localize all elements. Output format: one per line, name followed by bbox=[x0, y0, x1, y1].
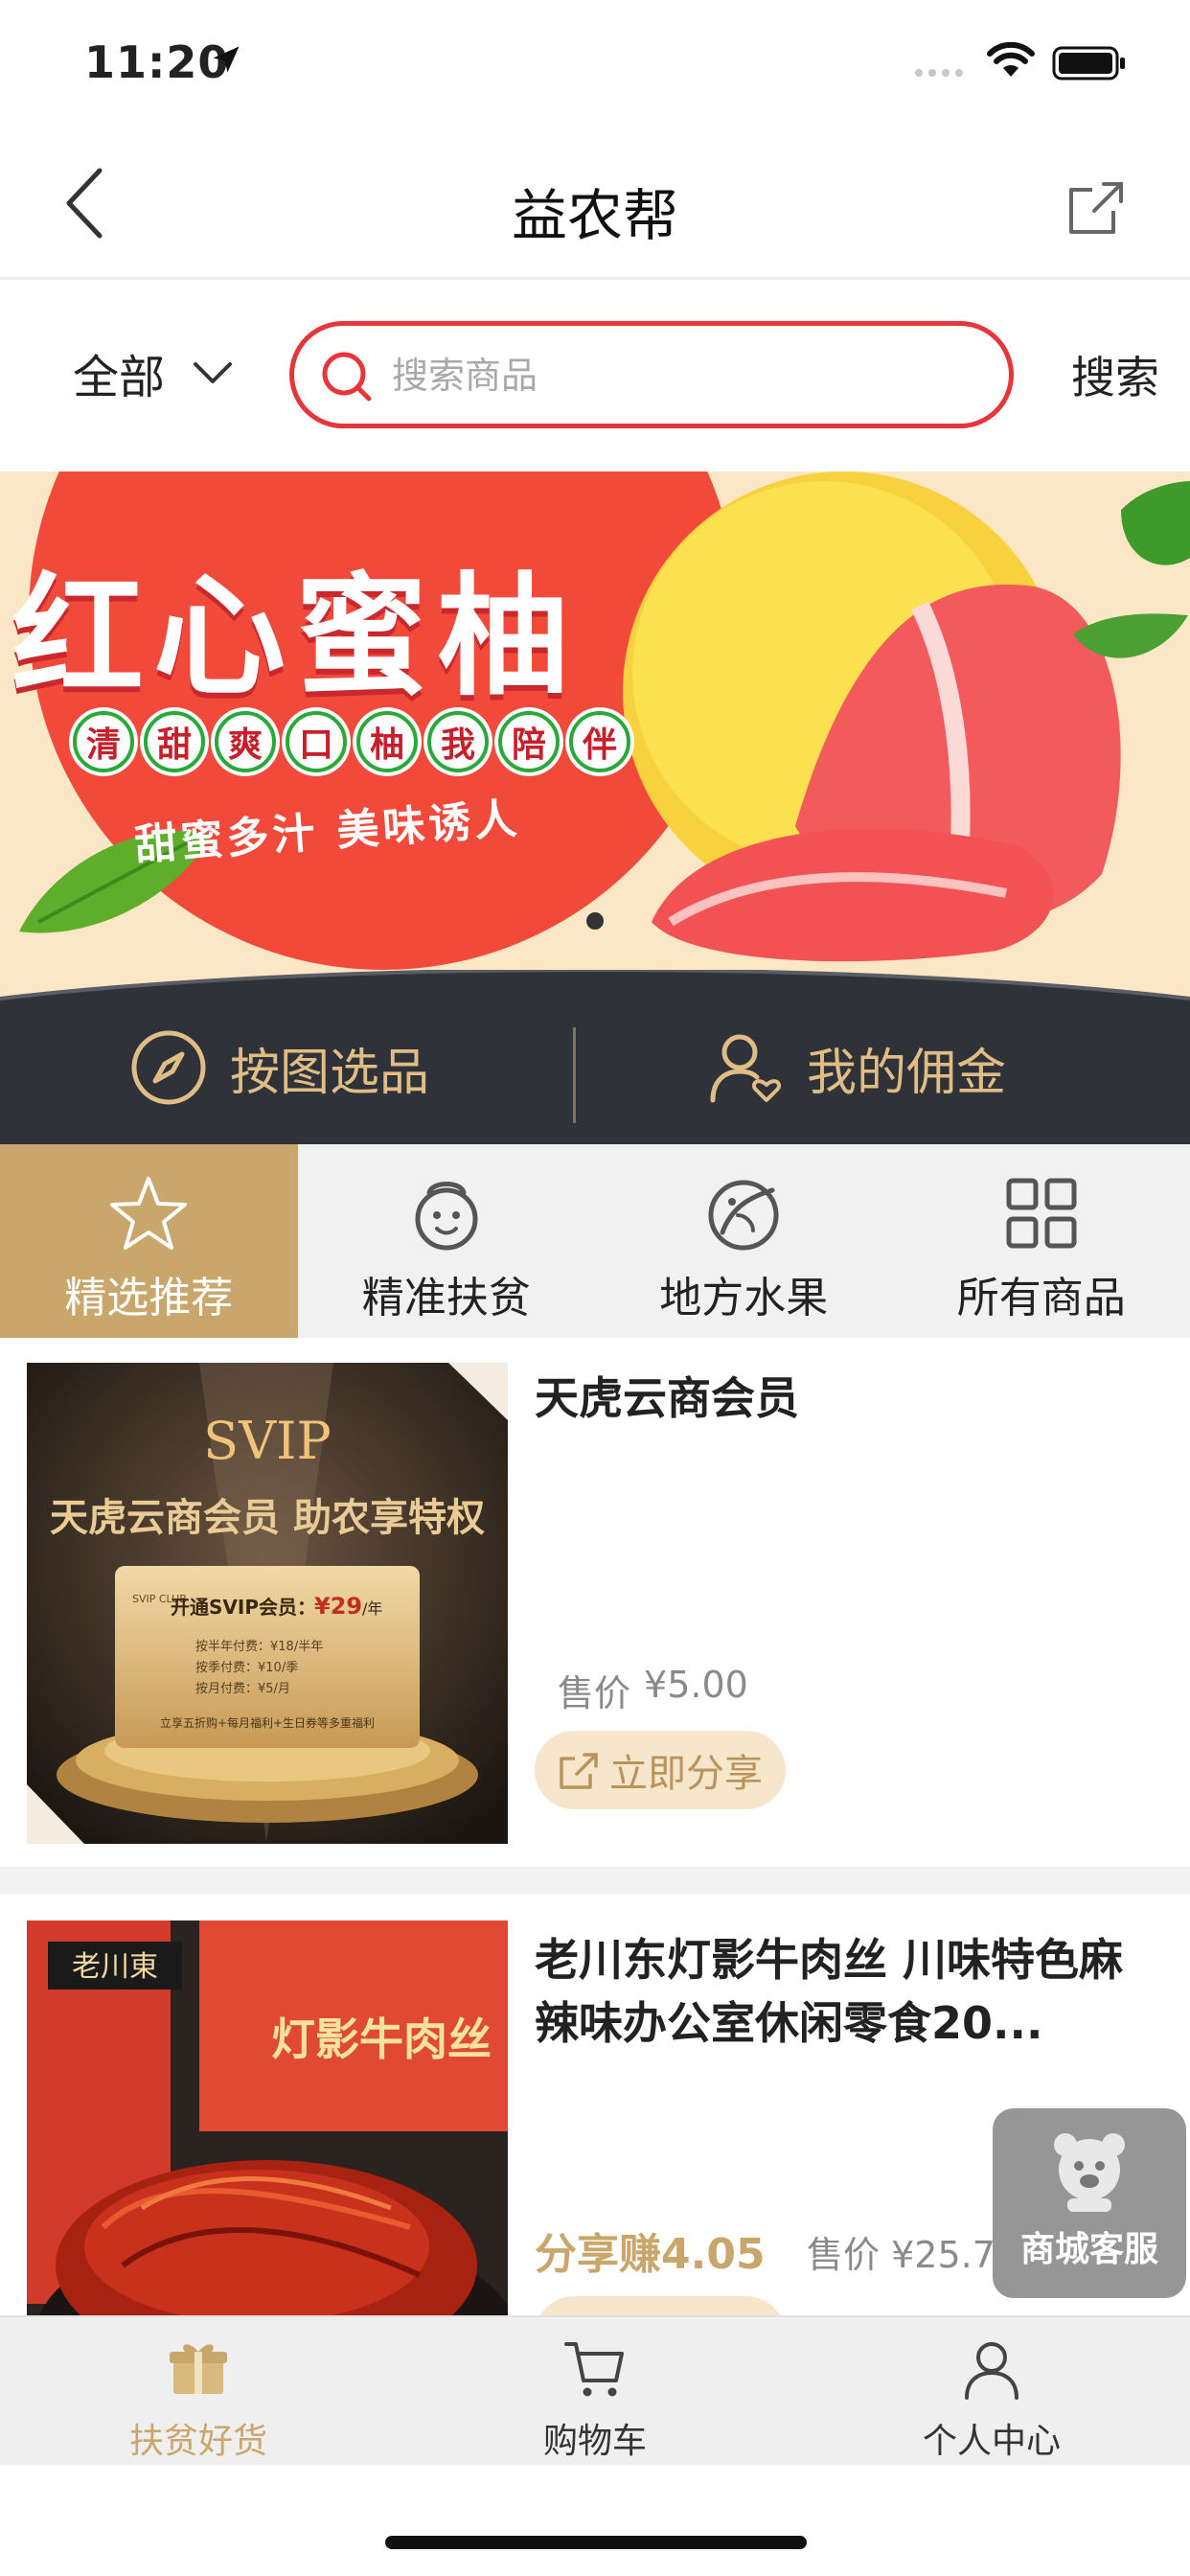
tab-label: 所有商品 bbox=[956, 1274, 1126, 1322]
tab-local-fruits[interactable]: 地方水果 bbox=[595, 1144, 893, 1338]
share-icon bbox=[560, 1753, 598, 1789]
banner-tag: 爽 bbox=[215, 711, 276, 772]
thumb-card-line: 按半年付费：¥18/半年 bbox=[195, 1640, 323, 1654]
category-label: 全部 bbox=[73, 351, 166, 404]
price-label: 售价 bbox=[807, 2234, 881, 2276]
signal-dots-icon bbox=[915, 69, 963, 77]
chevron-down-icon bbox=[194, 362, 233, 383]
tab-label: 精准扶贫 bbox=[361, 1274, 531, 1322]
search-button[interactable]: 搜索 bbox=[1071, 343, 1159, 406]
compass-icon bbox=[131, 1030, 206, 1105]
status-time: 11:20 bbox=[84, 36, 230, 88]
tabbar-item-cart[interactable]: 购物车 bbox=[397, 2317, 793, 2467]
share-now-button[interactable]: 立即分享 bbox=[535, 1731, 786, 1809]
tabbar-item-profile[interactable]: 个人中心 bbox=[793, 2317, 1190, 2467]
tab-featured[interactable]: 精选推荐 bbox=[0, 1144, 298, 1338]
thumb-card-line: 按季付费：¥10/季 bbox=[195, 1661, 298, 1675]
share-earn-label: 分享赚4.05 bbox=[535, 2230, 766, 2279]
banner-tag: 清 bbox=[73, 711, 134, 772]
tab-label: 精选推荐 bbox=[64, 1274, 234, 1322]
customer-service-button[interactable]: 商城客服 bbox=[993, 2108, 1186, 2298]
cart-icon bbox=[564, 2342, 624, 2397]
thumb-card-line: 按月付费：¥5/月 bbox=[195, 1682, 290, 1696]
share-icon[interactable] bbox=[1065, 176, 1127, 238]
product-name[interactable]: 天虎云商会员 bbox=[535, 1367, 1148, 1430]
tabbar-label: 购物车 bbox=[542, 2422, 647, 2461]
banner-tag: 柚 bbox=[356, 711, 418, 772]
page-title: 益农帮 bbox=[511, 183, 678, 248]
thumb-headline: 天虎云商会员 助农享特权 bbox=[50, 1495, 485, 1540]
category-tabs: 精选推荐 精准扶贫 地方水果 所有商品 bbox=[0, 1144, 1190, 1338]
wifi-icon bbox=[987, 42, 1035, 77]
product-name[interactable]: 老川东灯影牛肉丝 川味特色麻辣味办公室休闲零食20... bbox=[535, 1928, 1148, 2055]
nav-bar: 益农帮 bbox=[0, 126, 1190, 280]
thumb-card-footer: 立享五折购+每月福利+生日券等多重福利 bbox=[160, 1715, 375, 1730]
thumb-card-price: ¥29 bbox=[314, 1593, 362, 1620]
my-commission-button[interactable]: 我的佣金 bbox=[705, 1027, 1006, 1108]
app-page: 11:20 益农帮 全部 搜索商品 搜索 红心蜜柚 清 甜 爽 口 柚 我 陪 … bbox=[0, 0, 1190, 2576]
divider bbox=[573, 1027, 576, 1123]
fruit-icon bbox=[708, 1180, 779, 1251]
banner-tags: 清 甜 爽 口 柚 我 陪 伴 bbox=[73, 711, 630, 772]
banner-tag: 我 bbox=[427, 711, 489, 772]
quick-actions-bar: 按图选品 我的佣金 bbox=[0, 970, 1190, 1144]
product-card[interactable]: SVIP 天虎云商会员 助农享特权 SVIP CLUB 开通SVIP会员： ¥2… bbox=[0, 1338, 1190, 1867]
price-value: ¥25.7 bbox=[891, 2234, 995, 2276]
home-indicator[interactable] bbox=[385, 2536, 807, 2549]
battery-icon bbox=[1052, 46, 1125, 80]
thumb-brand: SVIP bbox=[203, 1411, 332, 1471]
grid-icon bbox=[1006, 1178, 1077, 1249]
share-now-button[interactable] bbox=[535, 2296, 786, 2315]
tab-poverty-relief[interactable]: 精准扶贫 bbox=[298, 1144, 596, 1338]
search-row: 全部 搜索 bbox=[0, 280, 1190, 472]
bear-mascot-icon bbox=[1054, 2133, 1125, 2212]
banner-tag: 口 bbox=[286, 711, 347, 772]
promo-banner[interactable]: 红心蜜柚 清 甜 爽 口 柚 我 陪 伴 甜蜜多汁 美味诱人 bbox=[0, 472, 1190, 970]
banner-title: 红心蜜柚 bbox=[11, 558, 580, 714]
person-icon bbox=[965, 2342, 1018, 2400]
search-box bbox=[289, 321, 1014, 428]
my-commission-label: 我的佣金 bbox=[807, 1044, 1007, 1102]
tabbar-label: 扶贫好货 bbox=[128, 2422, 267, 2461]
search-icon bbox=[322, 352, 372, 402]
location-arrow-icon bbox=[213, 46, 240, 73]
pick-by-image-button[interactable]: 按图选品 bbox=[128, 1027, 429, 1108]
status-bar: 11:20 bbox=[0, 0, 1190, 126]
thumb-package-text: 灯影牛肉丝 bbox=[271, 2013, 492, 2065]
price-row: 售价 ¥25.7 bbox=[807, 2225, 995, 2278]
banner-tag: 陪 bbox=[498, 711, 560, 772]
divider bbox=[0, 1867, 1190, 1894]
banner-tag: 伴 bbox=[569, 711, 630, 772]
tab-label: 地方水果 bbox=[659, 1274, 829, 1322]
tabbar-label: 个人中心 bbox=[922, 2422, 1061, 2461]
share-now-label: 立即分享 bbox=[609, 1752, 763, 1796]
banner-tag: 甜 bbox=[144, 711, 205, 772]
product-thumbnail[interactable]: SVIP 天虎云商会员 助农享特权 SVIP CLUB 开通SVIP会员： ¥2… bbox=[27, 1363, 508, 1844]
thumb-card-title: 开通SVIP会员： bbox=[171, 1596, 316, 1619]
bottom-tab-bar: 扶贫好货 购物车 个人中心 bbox=[0, 2315, 1190, 2465]
thumb-brand: 老川東 bbox=[72, 1950, 158, 1984]
price-row: 售价 ¥5.00 bbox=[558, 1664, 748, 1716]
category-dropdown[interactable]: 全部 bbox=[73, 339, 234, 406]
face-icon bbox=[415, 1182, 478, 1251]
customer-service-label: 商城客服 bbox=[1019, 2230, 1158, 2269]
user-heart-icon bbox=[710, 1034, 781, 1103]
carousel-indicator[interactable] bbox=[586, 912, 604, 930]
price-value: ¥5.00 bbox=[644, 1664, 748, 1706]
tab-all-products[interactable]: 所有商品 bbox=[893, 1144, 1190, 1338]
pick-by-image-label: 按图选品 bbox=[230, 1044, 430, 1102]
tabbar-item-goods[interactable]: 扶贫好货 bbox=[0, 2317, 397, 2467]
search-input[interactable] bbox=[392, 351, 967, 401]
product-thumbnail[interactable]: 老川東 灯影牛肉丝 bbox=[27, 1920, 508, 2315]
home-indicator-area bbox=[0, 2465, 1190, 2576]
star-icon bbox=[110, 1177, 188, 1250]
gift-icon bbox=[170, 2344, 227, 2394]
thumb-card-unit: /年 bbox=[362, 1599, 382, 1618]
price-label: 售价 bbox=[558, 1672, 631, 1714]
